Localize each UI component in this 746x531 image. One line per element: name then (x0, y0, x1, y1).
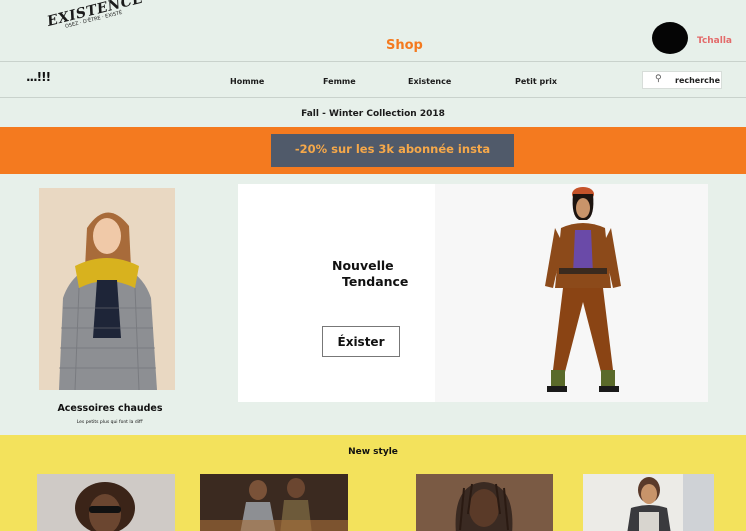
menu-button[interactable]: ...!!! (26, 70, 51, 84)
avatar[interactable] (652, 22, 688, 54)
product-subcaption: Les petits plus qui font la diff' (76, 420, 144, 425)
product-thumb-2[interactable] (200, 474, 348, 531)
model-illustration (39, 188, 175, 390)
hero-title-line2: Tendance (342, 274, 409, 289)
page-title: Shop (386, 38, 423, 53)
hero-title: Nouvelle Tendance (332, 258, 408, 290)
top-bar: EXISTENCE OSEZ · D'ÊTRE · EXISTÉ Shop Tc… (0, 0, 746, 62)
model-illustration (583, 474, 714, 531)
hero-title-line1: Nouvelle (332, 258, 394, 273)
model-illustration (416, 474, 553, 531)
nav-link-existence[interactable]: Existence (408, 77, 451, 86)
logo-text: EXISTENCE (45, 0, 145, 30)
promo-text: -20% sur les 3k abonnée insta (294, 142, 491, 156)
product-thumb-3[interactable] (416, 474, 553, 531)
promo-box[interactable]: -20% sur les 3k abonnée insta (271, 134, 514, 167)
search-input[interactable]: ⚲ recherche (642, 71, 722, 89)
nav-link-femme[interactable]: Femme (323, 77, 356, 86)
search-placeholder: recherche (675, 76, 721, 85)
model-illustration (200, 474, 348, 531)
product-image-jacket[interactable] (39, 188, 175, 390)
hero-banner: Nouvelle Tendance Éxister (238, 184, 708, 402)
model-illustration (435, 184, 708, 402)
product-thumb-1[interactable] (37, 474, 175, 531)
exister-button[interactable]: Éxister (322, 326, 400, 357)
search-icon: ⚲ (655, 74, 662, 84)
username-link[interactable]: Tchalla (697, 36, 732, 46)
model-illustration (37, 474, 175, 531)
section-title: New style (348, 447, 398, 457)
product-caption[interactable]: Acessoires chaudes (39, 403, 181, 414)
brand-logo[interactable]: EXISTENCE OSEZ · D'ÊTRE · EXISTÉ (46, 0, 146, 34)
new-style-section: New style (0, 435, 746, 531)
hero-model-image (435, 184, 708, 402)
nav-bar: ...!!! Homme Femme Existence Petit prix … (0, 62, 746, 98)
nav-link-petit-prix[interactable]: Petit prix (515, 77, 557, 86)
product-thumb-4[interactable] (583, 474, 714, 531)
collection-title: Fall - Winter Collection 2018 (301, 109, 445, 119)
nav-link-homme[interactable]: Homme (230, 77, 264, 86)
promo-banner: -20% sur les 3k abonnée insta (0, 127, 746, 174)
